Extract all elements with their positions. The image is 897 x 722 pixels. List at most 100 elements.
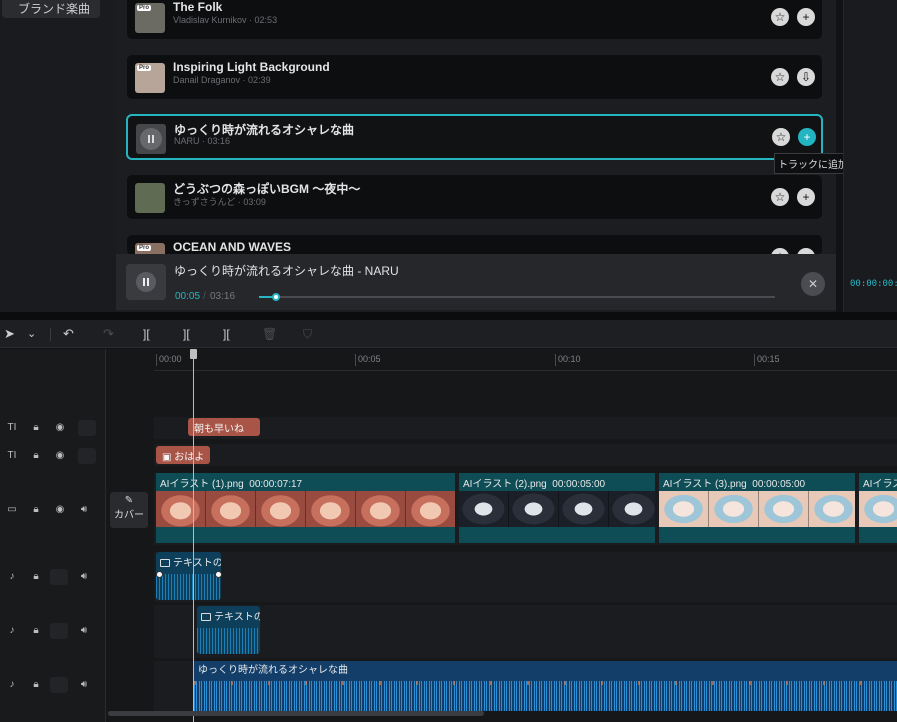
favorite-star-icon[interactable]: ☆ bbox=[771, 68, 789, 86]
voice-clip-label: テキストの bbox=[160, 554, 221, 569]
music-track-row[interactable]: ゆっくり時が流れるオシャレな曲 NARU · 03:16 ☆ + bbox=[126, 114, 823, 160]
lock-icon[interactable]: 🔒︎ bbox=[28, 420, 44, 436]
voice-lane-2 bbox=[154, 605, 897, 658]
video-frame bbox=[559, 491, 609, 527]
music-clip-label: ゆっくり時が流れるオシャレな曲 bbox=[198, 665, 348, 676]
music-track-row[interactable]: Pro Inspiring Light Background Danail Drag… bbox=[126, 54, 823, 100]
playhead[interactable] bbox=[193, 349, 194, 722]
music-track-row[interactable]: どうぶつの森っぽいBGM ～夜中～ きっずさうんど · 03:09 ☆ + bbox=[126, 174, 823, 220]
volume-icon[interactable]: 🔊︎ bbox=[76, 623, 92, 639]
video-clip[interactable]: AIイラスト (1).png 00:00:07:17 bbox=[156, 473, 457, 543]
lock-icon[interactable]: 🔒︎ bbox=[28, 623, 44, 639]
download-icon[interactable]: ⇩ bbox=[797, 68, 815, 86]
video-clip[interactable]: AIイラス bbox=[859, 473, 897, 543]
eye-icon[interactable]: ◉ bbox=[52, 420, 68, 436]
lock-icon[interactable]: 🔒︎ bbox=[28, 502, 44, 518]
trim-right-icon[interactable]: ][ bbox=[223, 326, 230, 342]
player-close-button[interactable]: ✕ bbox=[801, 272, 825, 296]
eye-icon[interactable]: ◉ bbox=[52, 448, 68, 464]
delete-icon[interactable]: 🗑 bbox=[262, 326, 277, 342]
pause-icon[interactable] bbox=[140, 128, 162, 150]
video-frame bbox=[459, 491, 509, 527]
player-pause-button[interactable] bbox=[126, 264, 166, 300]
video-clip-duration: 00:00:07:17 bbox=[249, 479, 303, 490]
audio-track-icon: ♪ bbox=[9, 625, 15, 636]
video-track-controls: ▭ 🔒︎ ◉ 🔊︎ bbox=[0, 500, 106, 520]
text-lane-1 bbox=[154, 417, 897, 439]
clip-handle-right[interactable] bbox=[215, 571, 222, 578]
clip-handle-left[interactable] bbox=[156, 571, 163, 578]
favorite-star-icon[interactable]: ☆ bbox=[772, 128, 790, 146]
favorite-star-icon[interactable]: ☆ bbox=[771, 188, 789, 206]
voice-clip[interactable]: テキストの bbox=[197, 606, 260, 654]
track-placeholder bbox=[50, 623, 68, 639]
playhead-handle[interactable] bbox=[190, 349, 197, 359]
video-filmstrip bbox=[659, 491, 855, 527]
text-clip[interactable]: 朝も早いね bbox=[188, 418, 260, 436]
video-frame bbox=[306, 491, 356, 527]
music-track-row[interactable]: ProOCEAN AND WAVES☆+ bbox=[126, 234, 823, 256]
select-tool-icon[interactable]: ➤ bbox=[4, 326, 15, 342]
panel-divider[interactable] bbox=[0, 312, 897, 320]
text-clip-label: おはよ bbox=[174, 452, 205, 463]
volume-icon[interactable]: 🔊︎ bbox=[76, 677, 92, 693]
video-clip[interactable]: AIイラスト (2).png 00:00:05:00 bbox=[459, 473, 657, 543]
lock-icon[interactable]: 🔒︎ bbox=[28, 569, 44, 585]
audio-track-icon: ♪ bbox=[9, 679, 15, 690]
track-title: OCEAN AND WAVES bbox=[173, 240, 292, 254]
left-panel: ブランド楽曲 bbox=[0, 0, 116, 312]
track-artist: きっずさうんど bbox=[173, 197, 236, 207]
voice-lane-1 bbox=[154, 552, 897, 602]
video-clip[interactable]: AIイラスト (3).png 00:00:05:00 bbox=[659, 473, 857, 543]
track-meta-sep: · bbox=[246, 15, 255, 25]
player-progress-slider[interactable] bbox=[259, 293, 775, 301]
track-meta: きっずさうんど · 03:09 bbox=[173, 195, 266, 208]
video-clip-name: AIイラスト (1).png bbox=[160, 479, 244, 490]
sidebar-item-brand-music[interactable]: ブランド楽曲 bbox=[2, 0, 100, 18]
time-ruler[interactable]: 00:00 00:05 00:10 00:15 bbox=[154, 349, 897, 371]
track-thumbnail[interactable]: Pro bbox=[135, 63, 165, 93]
plus-icon[interactable]: + bbox=[797, 8, 815, 26]
track-title: Inspiring Light Background bbox=[173, 60, 330, 74]
track-thumbnail[interactable]: Pro bbox=[135, 3, 165, 33]
video-clip-duration: 00:00:05:00 bbox=[752, 479, 806, 490]
cover-button[interactable]: ✎ カバー bbox=[110, 492, 148, 528]
timeline-toolbar: ➤ ⌄ ↶ ↷ ][ ][ ][ 🗑 ⛉ bbox=[0, 320, 897, 348]
trim-left-icon[interactable]: ][ bbox=[183, 326, 190, 342]
lock-icon[interactable]: 🔒︎ bbox=[28, 677, 44, 693]
marker-icon[interactable]: ⛉ bbox=[303, 326, 312, 342]
music-clip[interactable]: ゆっくり時が流れるオシャレな曲 bbox=[194, 661, 897, 711]
redo-icon[interactable]: ↷ bbox=[103, 326, 114, 342]
player-progress-knob[interactable] bbox=[272, 293, 281, 301]
volume-icon[interactable]: 🔊︎ bbox=[76, 502, 92, 518]
favorite-star-icon[interactable]: ☆ bbox=[771, 8, 789, 26]
track-thumbnail[interactable] bbox=[136, 124, 166, 154]
voice-clip[interactable]: テキストの bbox=[156, 552, 221, 600]
music-track-row[interactable]: Pro The Folk Vladislav Kurnikov · 02:53 ☆ + bbox=[126, 0, 823, 40]
select-tool-dropdown-icon[interactable]: ⌄ bbox=[27, 326, 36, 342]
undo-icon[interactable]: ↶ bbox=[63, 326, 74, 342]
volume-icon[interactable]: 🔊︎ bbox=[76, 569, 92, 585]
pro-badge: Pro bbox=[137, 5, 152, 11]
text-track-icon: TI bbox=[7, 450, 17, 461]
text-clip[interactable]: ▣ おはよ bbox=[156, 446, 210, 464]
player-duration: 03:16 bbox=[210, 291, 236, 302]
video-frame bbox=[809, 491, 855, 527]
voice-track-2-controls: ♪ 🔒︎ 🔊︎ bbox=[0, 621, 106, 641]
player-time-separator: / bbox=[203, 291, 206, 302]
timeline-horizontal-scrollbar[interactable] bbox=[108, 711, 484, 716]
track-artist: Vladislav Kurnikov bbox=[173, 15, 247, 25]
track-controls-column bbox=[0, 349, 106, 722]
eye-icon[interactable]: ◉ bbox=[52, 502, 68, 518]
music-waveform bbox=[194, 681, 897, 711]
track-thumbnail[interactable] bbox=[135, 183, 165, 213]
lock-icon[interactable]: 🔒︎ bbox=[28, 448, 44, 464]
plus-icon[interactable]: + bbox=[798, 128, 816, 146]
video-frame bbox=[859, 491, 897, 527]
video-filmstrip bbox=[156, 491, 455, 527]
split-icon[interactable]: ][ bbox=[143, 326, 150, 342]
player-current-time: 00:05 bbox=[175, 291, 201, 302]
track-meta-sep: · bbox=[240, 75, 249, 85]
plus-icon[interactable]: + bbox=[797, 188, 815, 206]
video-clip-duration: 00:00:05:00 bbox=[552, 479, 606, 490]
